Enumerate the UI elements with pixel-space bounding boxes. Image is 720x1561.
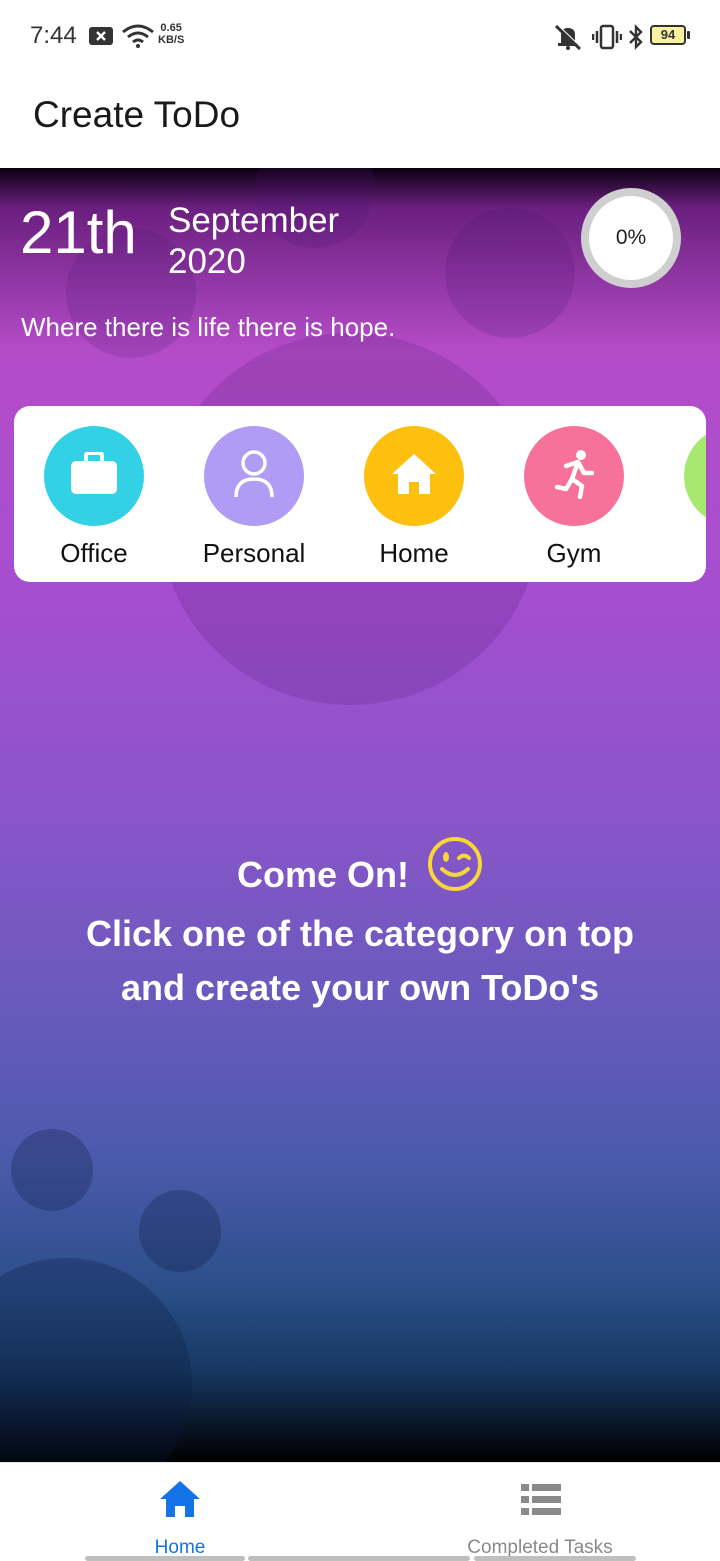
decorative-bubble xyxy=(445,208,575,338)
category-home-circle xyxy=(364,426,464,526)
vibrate-icon xyxy=(591,24,623,55)
notification-icon xyxy=(88,26,114,51)
status-time: 7:44 xyxy=(30,22,77,49)
date-day: 21th xyxy=(20,199,137,266)
empty-state-line1: Come On! xyxy=(236,854,409,896)
home-icon xyxy=(390,452,438,501)
person-icon xyxy=(233,449,275,504)
category-label: Home xyxy=(379,538,449,568)
gesture-indicator xyxy=(248,1556,470,1561)
category-partial[interactable] xyxy=(659,426,706,538)
nav-completed-tasks[interactable]: Completed Tasks xyxy=(360,1463,720,1561)
battery-level: 94 xyxy=(660,27,676,42)
category-gym-circle xyxy=(524,426,624,526)
list-icon xyxy=(521,1483,561,1522)
bottom-navigation: Home Completed Tasks xyxy=(0,1462,720,1561)
home-icon xyxy=(158,1479,202,1524)
page-title: Create ToDo xyxy=(33,94,241,135)
category-personal-circle xyxy=(204,426,304,526)
net-speed-unit: KB/S xyxy=(158,34,185,46)
wifi-icon xyxy=(121,24,155,53)
empty-state-message: Come On! Click one of the category on to… xyxy=(0,837,720,1015)
empty-state-line2: Click one of the category on top xyxy=(85,913,635,954)
wink-emoji-icon xyxy=(427,836,483,907)
date-month: September xyxy=(168,201,340,240)
nav-home[interactable]: Home xyxy=(0,1463,360,1561)
battery-icon: 94 xyxy=(650,25,690,45)
category-partial-circle xyxy=(684,426,706,526)
gesture-indicator xyxy=(85,1556,245,1561)
category-label: Personal xyxy=(202,538,306,568)
status-bar: 7:44 0.65 KB/S 94 xyxy=(0,0,720,72)
running-icon xyxy=(554,449,595,504)
decorative-bubble xyxy=(11,1129,93,1211)
empty-state-line3: and create your own ToDo's xyxy=(121,967,599,1008)
category-office[interactable]: Office xyxy=(19,426,169,569)
briefcase-icon xyxy=(69,450,119,501)
category-home[interactable]: Home xyxy=(339,426,489,569)
progress-indicator: 0% xyxy=(581,188,681,288)
category-office-circle xyxy=(44,426,144,526)
net-speed: 0.65 KB/S xyxy=(158,22,184,46)
net-speed-value: 0.65 xyxy=(160,22,182,34)
mute-icon xyxy=(552,24,584,55)
gesture-indicator xyxy=(474,1556,636,1561)
category-label: Gym xyxy=(546,538,602,568)
category-list: Office Personal Home Gym xyxy=(14,406,706,582)
date-year: 2020 xyxy=(168,242,246,281)
decorative-bubble xyxy=(0,1258,192,1462)
category-label: Office xyxy=(60,538,128,568)
quote-text: Where there is life there is hope. xyxy=(21,312,396,342)
hero-section: 21th September 2020 0% Where there is li… xyxy=(0,168,720,1462)
bluetooth-icon xyxy=(627,24,645,55)
category-gym[interactable]: Gym xyxy=(499,426,649,569)
category-personal[interactable]: Personal xyxy=(179,426,329,569)
progress-label: 0% xyxy=(615,226,647,249)
decorative-bubble xyxy=(139,1190,221,1272)
app-bar: Create ToDo xyxy=(0,72,720,168)
